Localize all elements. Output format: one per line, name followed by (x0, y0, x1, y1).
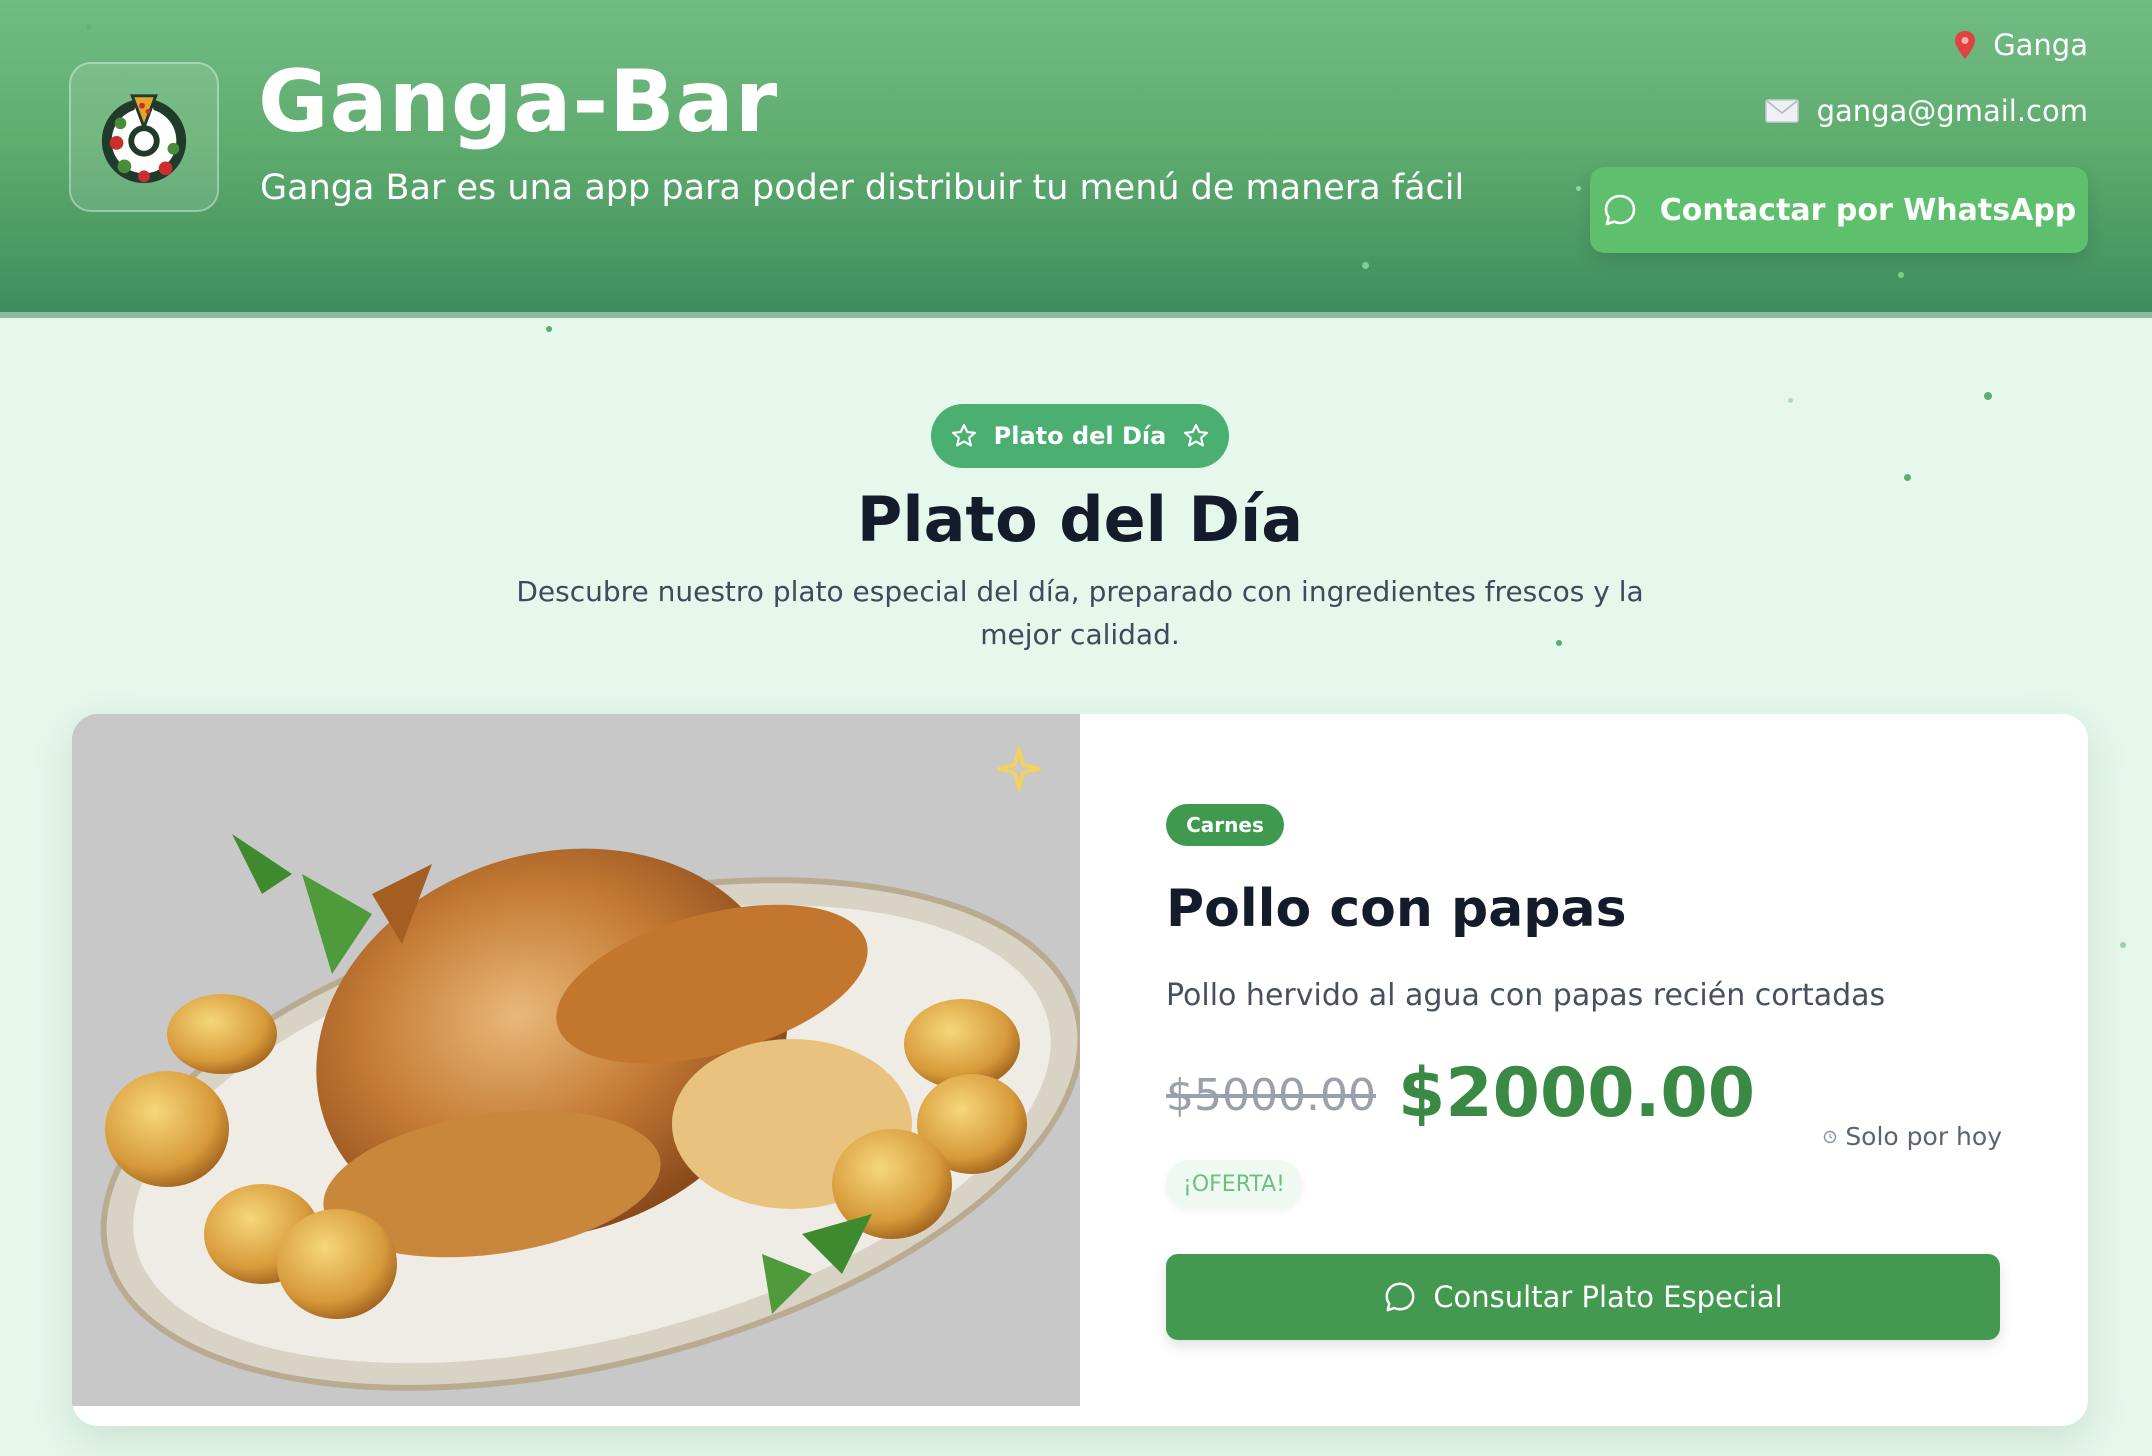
decor-dot (86, 24, 92, 30)
decor-dot (1984, 392, 1992, 400)
decor-dot (1898, 272, 1904, 278)
offer-tag: ¡OFERTA! (1166, 1160, 1302, 1208)
dish-name: Pollo con papas (1166, 879, 1627, 939)
dish-info: Carnes Pollo con papas Pollo hervido al … (1080, 714, 2088, 1426)
pizza-power-logo-icon (101, 94, 187, 184)
decor-dot (1576, 186, 1581, 191)
app-title: Ganga-Bar (258, 52, 779, 152)
header-divider (0, 312, 2152, 318)
badge-label: Plato del Día (993, 422, 1167, 450)
daily-special-card: Carnes Pollo con papas Pollo hervido al … (72, 714, 2088, 1426)
sparkle-icon (996, 746, 1042, 791)
decor-dot (546, 326, 552, 332)
decor-dot (1788, 398, 1793, 403)
consult-special-button[interactable]: Consultar Plato Especial (1166, 1254, 2000, 1340)
app-tagline: Ganga Bar es una app para poder distribu… (260, 168, 1465, 208)
location-info: Ganga (1955, 28, 2088, 62)
original-price: $5000.00 (1166, 1070, 1376, 1121)
site-header: Ganga-Bar Ganga Bar es una app para pode… (0, 0, 2152, 318)
map-pin-icon (1955, 31, 1976, 59)
daily-special-badge: Plato del Día (931, 404, 1229, 468)
decor-dot (1362, 262, 1369, 269)
envelope-icon (1764, 99, 1799, 123)
star-icon (951, 423, 976, 447)
consult-button-label: Consultar Plato Especial (1433, 1280, 1783, 1314)
whatsapp-contact-button[interactable]: Contactar por WhatsApp (1590, 167, 2088, 253)
clock-icon (1824, 1130, 1837, 1143)
category-tag: Carnes (1166, 804, 1284, 846)
whatsapp-button-label: Contactar por WhatsApp (1659, 192, 2077, 228)
app-logo[interactable] (69, 62, 219, 212)
availability-text: Solo por hoy (1845, 1122, 2002, 1151)
roast-chicken-image (72, 714, 1080, 1406)
availability-note: Solo por hoy (1823, 1122, 2002, 1151)
chat-bubble-icon (1385, 1282, 1415, 1312)
location-text: Ganga (1993, 28, 2088, 62)
special-price: $2000.00 (1398, 1054, 1756, 1133)
dish-photo (72, 714, 1080, 1406)
dish-description: Pollo hervido al agua con papas recién c… (1166, 978, 1886, 1013)
email-info[interactable]: ganga@gmail.com (1764, 94, 2088, 128)
email-text: ganga@gmail.com (1816, 94, 2088, 128)
section-description: Descubre nuestro plato especial del día,… (516, 575, 1644, 651)
star-icon (1184, 423, 1209, 447)
section-title: Plato del Día (856, 483, 1304, 556)
chat-bubble-icon (1604, 194, 1636, 226)
decor-dot (2120, 942, 2126, 948)
